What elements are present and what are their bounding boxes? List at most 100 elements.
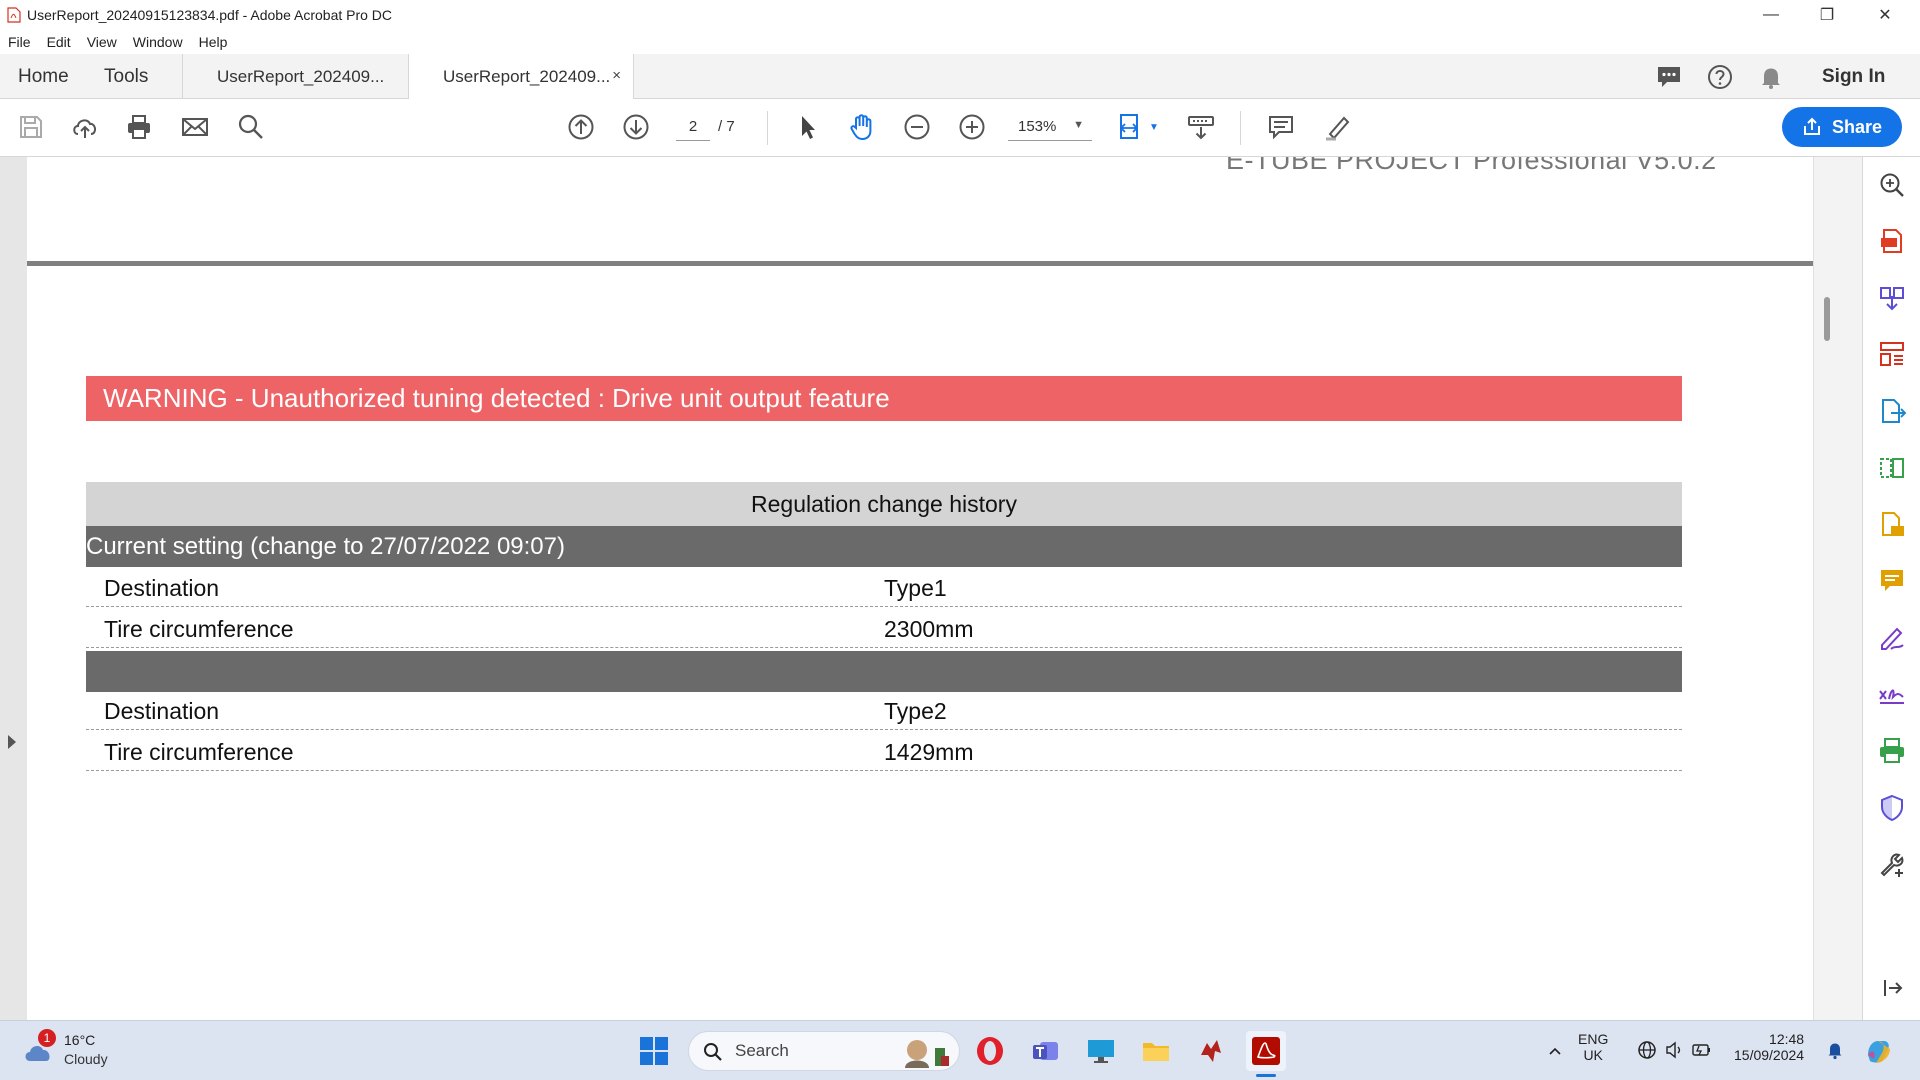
vertical-scrollbar[interactable] — [1813, 157, 1862, 1020]
tab-home[interactable]: Home — [18, 54, 69, 99]
organize-pages-icon — [1880, 342, 1904, 366]
scroll-mode-button[interactable] — [1184, 110, 1218, 144]
page-number-input[interactable]: 2 — [676, 113, 710, 141]
left-pane-toggle-icon[interactable] — [8, 735, 16, 749]
scrollbar-thumb[interactable] — [1824, 297, 1830, 341]
email-button[interactable] — [178, 110, 212, 144]
active-app-indicator — [1256, 1074, 1276, 1077]
upload-cloud-button[interactable] — [68, 110, 102, 144]
zoom-level-select[interactable]: 153% ▼ — [1008, 113, 1092, 141]
zoom-out-button[interactable] — [900, 110, 934, 144]
windows-logo-icon — [640, 1037, 668, 1065]
language-region: UK — [1583, 1047, 1603, 1063]
table-row: Destination Type2 — [86, 690, 1682, 730]
scan-ocr-button[interactable] — [1877, 510, 1907, 540]
share-upload-icon — [1803, 117, 1820, 135]
help-icon[interactable] — [1706, 63, 1734, 91]
print-production-button[interactable] — [1877, 736, 1907, 766]
tab-document-2-label: UserReport_202409... — [443, 67, 611, 86]
globe-network-icon[interactable] — [1637, 1040, 1657, 1060]
show-hidden-icons-button[interactable] — [1535, 1031, 1575, 1071]
combine-files-button[interactable] — [1877, 283, 1907, 313]
teams-button[interactable] — [1026, 1031, 1066, 1071]
comments-icon[interactable] — [1655, 63, 1683, 91]
notification-bell-icon[interactable] — [1825, 1040, 1845, 1060]
row-label: Tire circumference — [104, 739, 294, 765]
page-fit-button[interactable]: ▼ — [1113, 110, 1163, 144]
clock-date: 15/09/2024 — [1734, 1047, 1805, 1063]
menu-file[interactable]: File — [8, 34, 31, 50]
search-tool-button[interactable] — [1877, 170, 1907, 200]
comment-icon — [1269, 116, 1293, 140]
tab-tools[interactable]: Tools — [104, 54, 148, 99]
notifications-bell-icon[interactable] — [1757, 63, 1785, 91]
clock[interactable]: 12:48 15/09/2024 — [1734, 1031, 1804, 1063]
taskbar-search-box[interactable]: Search — [688, 1031, 960, 1071]
hand-tool-button[interactable] — [845, 110, 879, 144]
search-placeholder: Search — [735, 1041, 789, 1060]
copilot-icon[interactable] — [1862, 1035, 1894, 1067]
game-app-button[interactable] — [1191, 1031, 1231, 1071]
organize-pages-button[interactable] — [1877, 339, 1907, 369]
acrobat-taskbar-button[interactable] — [1246, 1031, 1286, 1071]
taskbar: 1 16°C Cloudy Search ENG UK 12:48 15/09/… — [0, 1020, 1920, 1080]
compare-files-button[interactable] — [1877, 453, 1907, 483]
table-row: Destination Type1 — [86, 567, 1682, 607]
start-button[interactable] — [634, 1031, 674, 1071]
table-row: Tire circumference 1429mm — [86, 731, 1682, 771]
combine-files-icon — [1880, 287, 1904, 311]
cloud-upload-icon — [73, 119, 96, 138]
remote-desktop-button[interactable] — [1081, 1031, 1121, 1071]
menu-window[interactable]: Window — [133, 34, 183, 50]
row-label: Destination — [104, 575, 220, 601]
sign-in-link[interactable]: Sign In — [1822, 54, 1885, 99]
fit-page-icon — [1119, 114, 1139, 139]
weather-temperature: 16°C — [64, 1032, 96, 1048]
print-button[interactable] — [122, 110, 156, 144]
tab-document-2[interactable]: UserReport_202409... × — [408, 54, 634, 100]
tools-pane — [1862, 157, 1920, 1020]
fill-sign-button[interactable] — [1877, 623, 1907, 653]
language-indicator[interactable]: ENG UK — [1578, 1031, 1608, 1063]
opera-browser-button[interactable] — [970, 1031, 1010, 1071]
comment-tool-button[interactable] — [1877, 566, 1907, 596]
plus-circle-icon — [959, 114, 985, 140]
minimize-button[interactable]: — — [1744, 0, 1798, 29]
document-header: E-TUBE PROJECT Professional V5.0.2 — [1226, 157, 1717, 175]
volume-icon[interactable] — [1664, 1040, 1684, 1060]
shield-icon — [1881, 794, 1903, 822]
request-signature-button[interactable] — [1877, 679, 1907, 709]
protect-button[interactable] — [1877, 793, 1907, 823]
menu-edit[interactable]: Edit — [47, 34, 71, 50]
select-tool-button[interactable] — [790, 110, 824, 144]
find-button[interactable] — [234, 110, 268, 144]
close-window-button[interactable]: ✕ — [1858, 0, 1912, 29]
weather-badge: 1 — [38, 1029, 56, 1047]
section-heading — [86, 651, 1682, 692]
compare-files-icon — [1880, 458, 1904, 478]
restore-button[interactable]: ❐ — [1800, 0, 1854, 29]
zoom-in-button[interactable] — [955, 110, 989, 144]
opera-icon — [977, 1037, 1003, 1065]
share-button[interactable]: Share — [1782, 107, 1902, 147]
create-pdf-button[interactable] — [1877, 226, 1907, 256]
collapse-pane-button[interactable] — [1877, 973, 1907, 1003]
page-total: / 7 — [718, 118, 735, 135]
add-comment-button[interactable] — [1264, 110, 1298, 144]
menu-view[interactable]: View — [87, 34, 117, 50]
next-page-button[interactable] — [619, 110, 653, 144]
menu-help[interactable]: Help — [199, 34, 228, 50]
battery-icon[interactable] — [1691, 1040, 1713, 1060]
tab-document-1[interactable]: UserReport_202409... — [182, 54, 408, 99]
save-button[interactable] — [14, 110, 48, 144]
previous-page-button[interactable] — [564, 110, 598, 144]
file-explorer-button[interactable] — [1136, 1031, 1176, 1071]
more-tools-button[interactable] — [1877, 849, 1907, 879]
close-tab-icon[interactable]: × — [612, 67, 621, 84]
export-pdf-button[interactable] — [1877, 396, 1907, 426]
document-viewport[interactable]: E-TUBE PROJECT Professional V5.0.2 WARNI… — [0, 157, 1862, 1020]
chevron-up-icon — [1549, 1047, 1561, 1055]
comment-tool-icon — [1881, 570, 1903, 591]
printer-icon — [128, 115, 150, 139]
highlight-button[interactable] — [1320, 110, 1354, 144]
